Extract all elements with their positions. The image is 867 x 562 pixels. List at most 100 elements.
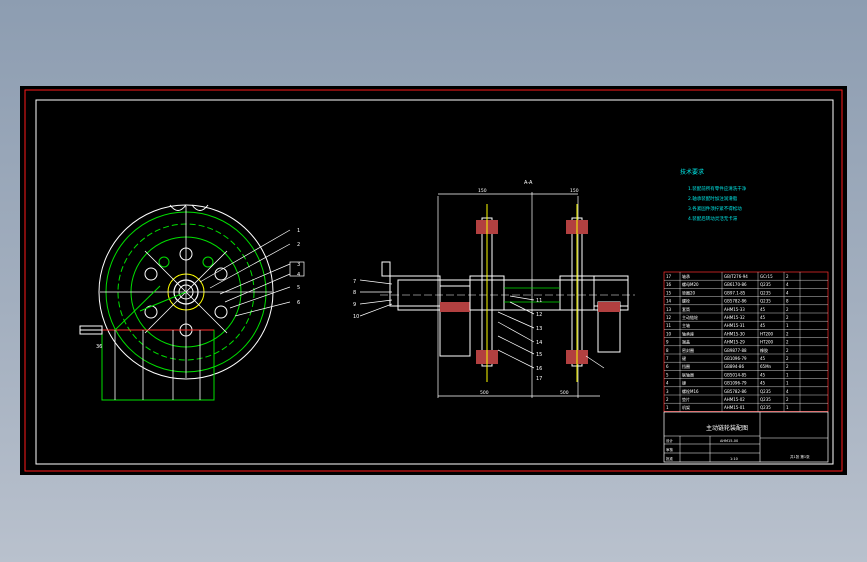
bom-row: 8 密封圈 GB9877-88 橡胶 2: [666, 347, 789, 353]
bom-row: 5 联轴器 GB5014-85 45 1: [666, 371, 789, 377]
bom-code: GB/T276-94: [724, 274, 748, 279]
bom-row: 4 键 GB1096-79 45 1: [666, 380, 789, 386]
bom-qty: 1: [786, 381, 789, 386]
bom-no: 8: [666, 348, 669, 353]
callout-number: 13: [536, 326, 542, 332]
bom-material: HT200: [760, 331, 774, 336]
bom-name: 垫片: [682, 396, 690, 402]
dim-top-right: 150: [570, 188, 579, 194]
callout-number: 14: [536, 340, 542, 346]
tech-req-line: 2.轴承装配时加注润滑脂: [688, 195, 738, 202]
end-view: [79, 204, 305, 401]
bom-name: 挡圈: [682, 363, 690, 369]
bom-name: 主轴: [682, 322, 690, 328]
dim-top-left: 150: [478, 188, 487, 194]
bom-qty: 4: [786, 290, 789, 295]
bom-no: 2: [666, 397, 669, 402]
bom-material: HT200: [760, 340, 774, 345]
bom-row: 9 端盖 AHM15-29 HT200 2: [666, 339, 789, 345]
callout-number: 1: [297, 228, 300, 234]
bom-no: 17: [666, 274, 672, 279]
bom-qty: 1: [786, 323, 789, 328]
callout-number: 16: [536, 366, 542, 372]
designer-label: 设计: [666, 438, 674, 443]
bom-code: AHM15-02: [724, 397, 745, 402]
bom-qty: 2: [786, 340, 789, 345]
bom-no: 4: [666, 381, 669, 386]
bom-material: 橡胶: [760, 347, 768, 353]
bom-material: Q235: [760, 389, 771, 394]
bom-row: 2 垫片 AHM15-02 Q235 2: [666, 396, 789, 402]
bom-no: 15: [666, 290, 672, 295]
bom-code: AHM15-29: [724, 340, 745, 345]
bom-name: 联轴器: [682, 371, 694, 377]
bom-code: GB894-86: [724, 364, 744, 369]
bom-qty: 2: [786, 356, 789, 361]
approver-label: 批准: [666, 456, 674, 461]
bom-qty: 4: [786, 389, 789, 394]
bom-name: 端盖: [682, 339, 690, 345]
dim-bottom-left: 500: [480, 390, 489, 396]
title-block: 主动链轮装配图 AHM15-00 1:10 设计 审核 批准 共1张 第1张: [663, 411, 829, 463]
bom-row: 11 主轴 AHM15-31 45 1: [666, 322, 789, 328]
bom-row: 16 螺母M20 GB6170-86 Q235 4: [666, 281, 789, 287]
bom-material: 45: [760, 356, 766, 361]
bom-qty: 2: [786, 331, 789, 336]
bom-row: 12 主动链轮 AHM15-32 45 2: [666, 314, 789, 320]
bom-code: AHM15-31: [724, 323, 745, 328]
bom-row: 14 螺栓 GB5782-86 Q235 8: [666, 298, 789, 304]
callout-number: 10: [353, 314, 359, 320]
bom-name: 螺栓M16: [682, 388, 699, 394]
bom-no: 1: [666, 405, 669, 410]
bom-no: 11: [666, 323, 672, 328]
callout-number: 4: [297, 272, 300, 278]
bom-qty: 8: [786, 299, 789, 304]
callout-number: 5: [297, 285, 300, 291]
bom-material: Q235: [760, 290, 771, 295]
tech-req-line: 4.装配后转动灵活无卡滞: [688, 215, 738, 222]
bom-code: GB5014-85: [724, 372, 747, 377]
bom-material: Q235: [760, 405, 771, 410]
section-label: A-A: [524, 180, 533, 186]
bom-material: Q235: [760, 397, 771, 402]
dim-bottom-right: 500: [560, 390, 569, 396]
bom-code: AHM15-01: [724, 405, 745, 410]
cad-drawing-canvas: 123456 36 A-A 150 150 500 500 7 8 9 10 1…: [20, 86, 847, 475]
callout-number: 6: [297, 300, 300, 306]
bom-no: 3: [666, 389, 669, 394]
bom-qty: 2: [786, 274, 789, 279]
technical-requirements: 技术要求 1.装配前所有零件应清洗干净 2.轴承装配时加注润滑脂 3.各紧固件须拧紧…: [680, 168, 747, 222]
bom-material: Q235: [760, 282, 771, 287]
bom-material: Q235: [760, 299, 771, 304]
bom-material: 45: [760, 307, 766, 312]
bom-qty: 1: [786, 372, 789, 377]
callout-number: 12: [536, 312, 542, 318]
bom-row: 15 垫圈20 GB97.1-85 Q235 4: [666, 289, 789, 295]
bom-material: 65Mn: [760, 364, 772, 369]
bom-name: 螺栓: [682, 298, 690, 304]
bom-name: 键: [682, 355, 686, 361]
bom-material: 45: [760, 372, 766, 377]
bom-no: 14: [666, 299, 672, 304]
bom-name: 密封圈: [682, 347, 694, 353]
bom-name: 套筒: [682, 306, 690, 312]
drawing-name: 主动链轮装配图: [706, 424, 748, 432]
callout-number: 11: [536, 298, 542, 304]
bom-no: 12: [666, 315, 672, 320]
bom-code: GB97.1-85: [724, 290, 746, 295]
bom-qty: 1: [786, 405, 789, 410]
bill-of-materials: 17 轴承 GB/T276-94 GCr15 2 16 螺母M20 GB6170-86 Q235…: [663, 271, 829, 412]
bom-row: 7 键 GB1096-79 45 2: [666, 355, 789, 361]
sheet-label: 共1张 第1张: [790, 454, 810, 459]
end-view-callouts: 1 2 3 4 5 6: [297, 228, 300, 306]
section-view: [359, 192, 635, 398]
bom-qty: 2: [786, 364, 789, 369]
bom-row: 17 轴承 GB/T276-94 GCr15 2: [666, 273, 789, 279]
callout-number: 2: [297, 242, 300, 248]
callout-number: 17: [536, 376, 542, 382]
bom-code: AHM15-33: [724, 307, 745, 312]
callout-number: 7: [353, 279, 356, 285]
end-view-dim-label: 36: [96, 344, 102, 350]
bom-code: GB1096-79: [724, 381, 747, 386]
bom-no: 7: [666, 356, 669, 361]
